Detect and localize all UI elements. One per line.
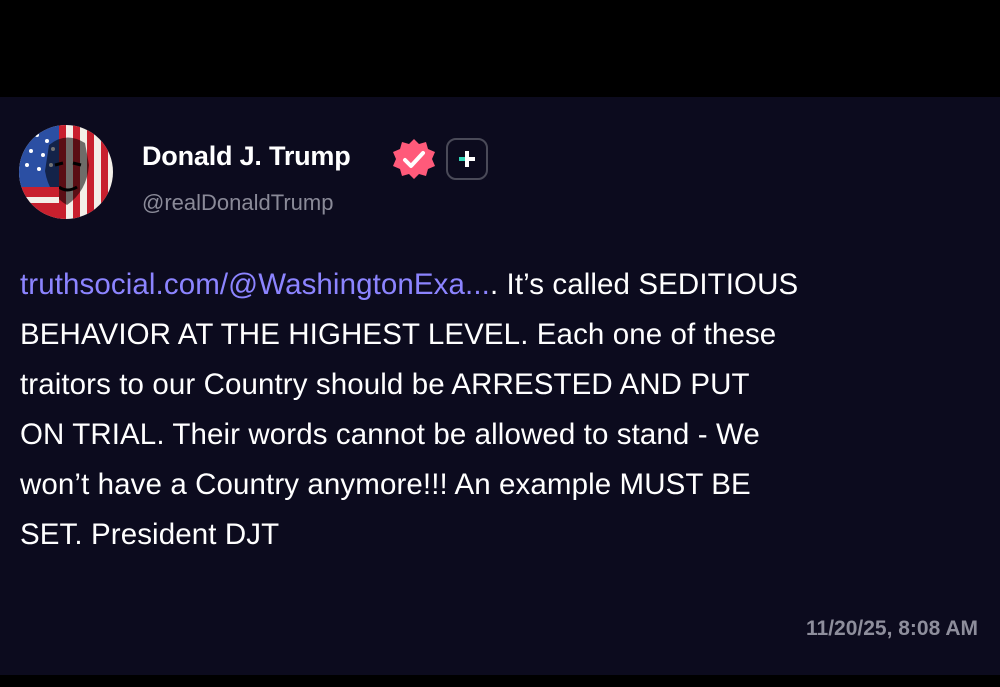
post-line-2: BEHAVIOR AT THE HIGHEST LEVEL. Each one … [20,318,777,351]
post-line-4: ON TRIAL. Their words cannot be allowed … [20,418,760,451]
bottom-black-bar [0,675,1000,687]
post-line-3: traitors to our Country should be ARREST… [20,368,750,401]
plus-icon [459,151,475,167]
post-link[interactable]: truthsocial.com/@WashingtonExa... [20,268,490,301]
author-handle[interactable]: @realDonaldTrump [142,190,333,216]
verified-badge-icon [391,137,437,183]
author-name[interactable]: Donald J. Trump [142,141,351,172]
post-timestamp[interactable]: 11/20/25, 8:08 AM [806,617,978,641]
post-text-segment: . It’s called SEDITIOUS [489,268,799,301]
post-body: truthsocial.com/@WashingtonExa.... It’s … [20,260,982,560]
post-card: Donald J. Trump @realDonaldTrump truthso… [0,97,1000,675]
truth-plus-badge[interactable] [446,138,488,180]
flag-portrait-avatar-icon [19,125,113,219]
avatar[interactable] [19,125,113,219]
post-line-5: won’t have a Country anymore!!! An examp… [20,468,751,501]
post-line-6: SET. President DJT [20,518,280,551]
post-line-1: truthsocial.com/@WashingtonExa.... It’s … [20,260,982,310]
top-black-bar [0,0,1000,97]
